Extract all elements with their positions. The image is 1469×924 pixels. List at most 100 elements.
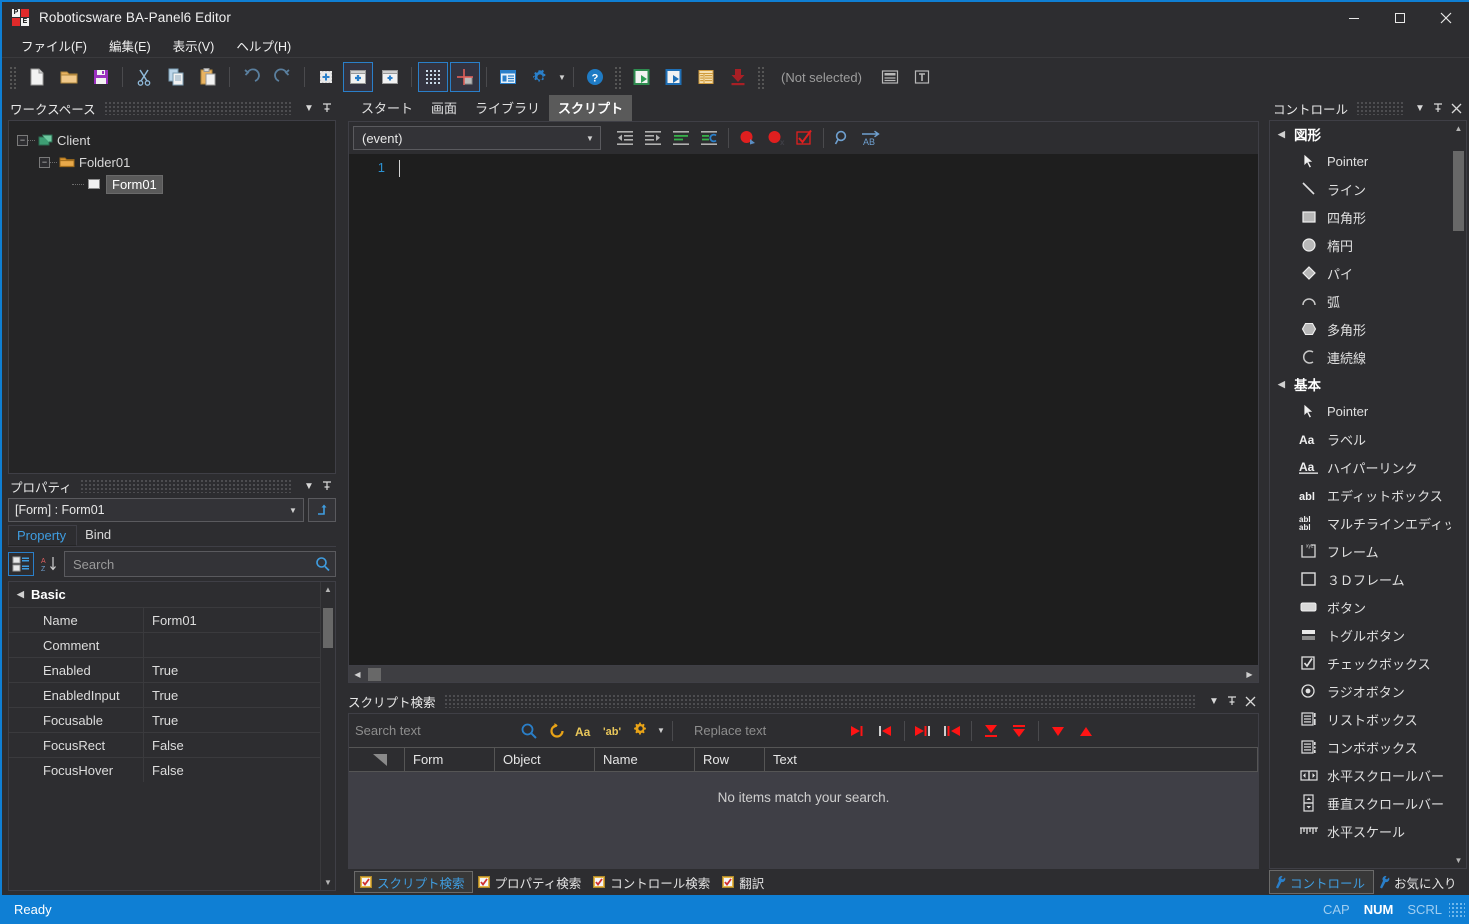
- replace-all-prev-icon[interactable]: [939, 718, 965, 744]
- control-item-hscrollbar[interactable]: 水平スクロールバー: [1270, 761, 1466, 789]
- sort-alphabetical-icon[interactable]: AZ: [36, 552, 62, 576]
- controls-scrollbar[interactable]: ▲ ▼: [1451, 121, 1466, 868]
- download-icon[interactable]: [723, 62, 753, 92]
- search-icon[interactable]: [315, 556, 331, 572]
- control-item-combobox[interactable]: コンボボックス: [1270, 733, 1466, 761]
- workspace-pin-icon[interactable]: [318, 99, 336, 117]
- controls-close-icon[interactable]: [1447, 99, 1465, 117]
- grid-icon[interactable]: [418, 62, 448, 92]
- column-header-row[interactable]: Row: [695, 748, 765, 771]
- search-options-gear-icon[interactable]: [628, 718, 654, 744]
- run-blue-icon[interactable]: [659, 62, 689, 92]
- property-target-combo[interactable]: [Form] : Form01 ▼: [8, 498, 304, 522]
- table-icon[interactable]: [691, 62, 721, 92]
- tree-item-folder01[interactable]: − Folder01: [17, 151, 335, 173]
- script-search-menu-chevron-down-icon[interactable]: ▼: [1205, 692, 1223, 710]
- syntax-check-icon[interactable]: [791, 125, 817, 151]
- toolbar-grip-2[interactable]: [614, 65, 623, 89]
- control-item-editbox[interactable]: abl エディットボックス: [1270, 481, 1466, 509]
- control-item-hyperlink[interactable]: Aa ハイパーリンク: [1270, 453, 1466, 481]
- save-icon[interactable]: [86, 62, 116, 92]
- match-whole-word-icon[interactable]: 'ab': [600, 718, 626, 744]
- search-text-input[interactable]: Search text: [355, 723, 421, 738]
- control-group-basic[interactable]: ◀ 基本: [1270, 371, 1466, 397]
- table-row[interactable]: Comment: [9, 632, 335, 657]
- replace-text-input[interactable]: Replace text: [694, 723, 766, 738]
- match-case-icon[interactable]: Aa: [572, 718, 598, 744]
- tree-expander-folder01[interactable]: −: [39, 157, 50, 168]
- controls-toolbox[interactable]: ◀ 図形 Pointer ライン: [1269, 120, 1467, 869]
- outdent-icon[interactable]: [612, 125, 638, 151]
- previous-match-icon[interactable]: [1073, 718, 1099, 744]
- control-item-button[interactable]: ボタン: [1270, 593, 1466, 621]
- event-selector-combo[interactable]: (event) ▼: [353, 126, 601, 150]
- scrollbar-thumb[interactable]: [1453, 151, 1464, 231]
- control-item-label[interactable]: Aa ラベル: [1270, 425, 1466, 453]
- settings-icon[interactable]: [525, 62, 555, 92]
- property-search-input[interactable]: Search: [64, 551, 336, 577]
- property-value[interactable]: True: [144, 708, 335, 732]
- window-add-icon[interactable]: [375, 62, 405, 92]
- table-row[interactable]: Name Form01: [9, 607, 335, 632]
- control-item-checkbox[interactable]: チェックボックス: [1270, 649, 1466, 677]
- control-item-rectangle[interactable]: 四角形: [1270, 203, 1466, 231]
- property-value[interactable]: [144, 633, 335, 657]
- control-item-listbox[interactable]: リストボックス: [1270, 705, 1466, 733]
- tab-property[interactable]: Property: [8, 525, 77, 546]
- column-header-form[interactable]: Form: [405, 748, 495, 771]
- tree-expander-client[interactable]: −: [17, 135, 28, 146]
- control-item-radio-button[interactable]: ラジオボタン: [1270, 677, 1466, 705]
- properties-pin-icon[interactable]: [318, 477, 336, 495]
- align-icon[interactable]: [450, 62, 480, 92]
- chevron-down-icon[interactable]: ▼: [285, 506, 301, 515]
- collapse-triangle-icon[interactable]: ◀: [1278, 129, 1294, 140]
- control-item-polyline[interactable]: 連続線: [1270, 343, 1466, 371]
- search-options-caret-icon[interactable]: ▼: [655, 716, 667, 746]
- undo-icon[interactable]: [236, 62, 266, 92]
- help-icon[interactable]: ?: [580, 62, 610, 92]
- tab-property-search[interactable]: プロパティ検索: [473, 871, 589, 893]
- tab-controls[interactable]: コントロール: [1269, 870, 1374, 894]
- copy-icon[interactable]: [161, 62, 191, 92]
- open-folder-icon[interactable]: [54, 62, 84, 92]
- control-item-ellipse[interactable]: 楕円: [1270, 231, 1466, 259]
- column-header-text[interactable]: Text: [765, 748, 1258, 771]
- control-item-arc[interactable]: 弧: [1270, 287, 1466, 315]
- toolbar-grip-3[interactable]: [757, 65, 766, 89]
- categorized-view-icon[interactable]: [8, 552, 34, 576]
- script-search-close-icon[interactable]: [1241, 692, 1259, 710]
- menu-view[interactable]: 表示(V): [162, 33, 226, 58]
- tab-script[interactable]: スクリプト: [549, 95, 632, 121]
- tab-translation[interactable]: 翻訳: [717, 871, 771, 893]
- replace-next-icon[interactable]: [844, 718, 870, 744]
- tab-start[interactable]: スタート: [352, 95, 422, 121]
- tab-favorites[interactable]: お気に入り: [1374, 870, 1465, 894]
- run-green-icon[interactable]: [627, 62, 657, 92]
- control-item-hscale[interactable]: 水平スケール: [1270, 817, 1466, 845]
- control-item-pie[interactable]: パイ: [1270, 259, 1466, 287]
- property-grid-scrollbar[interactable]: ▲ ▼: [320, 582, 335, 890]
- code-text[interactable]: [393, 154, 1258, 665]
- resize-grip[interactable]: [1449, 902, 1465, 918]
- column-header-object[interactable]: Object: [495, 748, 595, 771]
- scroll-right-icon[interactable]: ▶: [1241, 666, 1258, 683]
- tab-library[interactable]: ライブラリ: [466, 95, 549, 121]
- tab-bind[interactable]: Bind: [77, 525, 121, 546]
- scroll-left-icon[interactable]: ◀: [349, 666, 366, 683]
- scroll-up-icon[interactable]: ▲: [321, 582, 335, 597]
- property-value[interactable]: Form01: [144, 608, 335, 632]
- table-row[interactable]: FocusHover False: [9, 757, 335, 782]
- code-area[interactable]: 1: [349, 154, 1258, 665]
- workspace-menu-chevron-down-icon[interactable]: ▼: [300, 99, 318, 117]
- menu-help[interactable]: ヘルプ(H): [225, 33, 302, 58]
- go-to-first-match-icon[interactable]: [1006, 718, 1032, 744]
- table-row[interactable]: EnabledInput True: [9, 682, 335, 707]
- tab-screen[interactable]: 画面: [422, 95, 466, 121]
- control-item-frame3d[interactable]: ３Ｄフレーム: [1270, 565, 1466, 593]
- cut-icon[interactable]: [129, 62, 159, 92]
- text-view-icon[interactable]: [907, 62, 937, 92]
- comment-lines-icon[interactable]: [668, 125, 694, 151]
- select-all-corner[interactable]: [349, 748, 405, 771]
- tree-item-form01[interactable]: Form01: [17, 173, 335, 195]
- property-grid[interactable]: ◀ Basic Name Form01 Comment Enabled True: [8, 581, 336, 891]
